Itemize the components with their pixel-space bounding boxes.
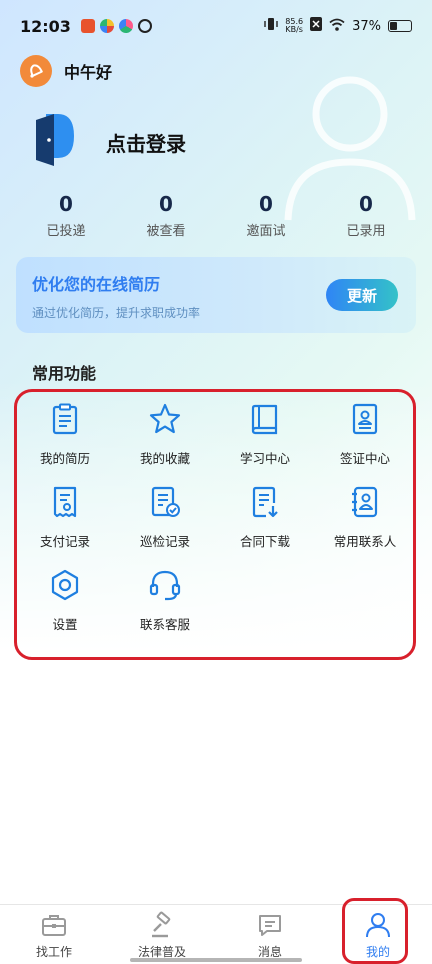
app-notification-icon <box>137 19 152 33</box>
headset-icon <box>149 570 181 601</box>
book-icon <box>251 404 278 435</box>
app-notification-icon <box>80 19 95 33</box>
wifi-icon <box>329 18 345 35</box>
home-indicator <box>130 958 302 962</box>
battery-percent: 37% <box>352 18 381 34</box>
app-notification-icon <box>99 19 114 33</box>
func-label: 巡检记录 <box>139 534 190 549</box>
app-notification-icon <box>118 19 133 33</box>
func-label: 签证中心 <box>339 451 390 466</box>
greeting-row: 中午好 <box>20 55 112 87</box>
func-inspection-records[interactable]: 巡检记录 <box>115 481 215 564</box>
login-label[interactable]: 点击登录 <box>106 128 186 157</box>
stat-label: 被查看 <box>146 224 186 239</box>
checklist-icon <box>151 486 180 517</box>
star-icon <box>149 403 181 434</box>
greeting-text: 中午好 <box>64 63 113 82</box>
vibrate-icon <box>264 17 278 35</box>
update-resume-button[interactable]: 更新 <box>326 279 398 311</box>
stat-value: 0 <box>359 192 373 216</box>
func-contract-download[interactable]: 合同下载 <box>215 481 315 564</box>
message-icon <box>259 915 281 936</box>
stat-label: 已投递 <box>46 224 86 239</box>
tab-highlight-box <box>342 898 408 964</box>
tab-find-job[interactable]: 找工作 <box>0 905 108 964</box>
tab-label: 找工作 <box>35 945 72 959</box>
func-visa-center[interactable]: 签证中心 <box>315 398 415 481</box>
functions-grid: 我的简历 我的收藏 学习中心 签证中心 支付记录 巡检记录 合同下载 常用联系人… <box>15 398 415 647</box>
stat-interview[interactable]: 0 邀面试 <box>216 192 316 239</box>
contacts-icon <box>352 486 378 518</box>
stat-viewed[interactable]: 0 被查看 <box>116 192 216 239</box>
briefcase-icon <box>42 915 66 936</box>
func-learning-center[interactable]: 学习中心 <box>215 398 315 481</box>
close-box-icon <box>310 17 323 35</box>
document-download-icon <box>252 486 278 518</box>
func-settings[interactable]: 设置 <box>15 564 115 647</box>
resume-card[interactable]: 优化您的在线简历 通过优化简历，提升求职成功率 更新 <box>16 257 416 333</box>
battery-fill <box>390 22 397 30</box>
func-frequent-contacts[interactable]: 常用联系人 <box>315 481 415 564</box>
func-label: 学习中心 <box>239 451 290 466</box>
stat-label: 已录用 <box>346 224 386 239</box>
func-label: 我的收藏 <box>139 451 190 466</box>
clipboard-icon <box>52 403 78 435</box>
stats-row: 0 已投递 0 被查看 0 邀面试 0 已录用 <box>16 192 416 239</box>
stat-value: 0 <box>159 192 173 216</box>
battery-icon <box>388 20 412 32</box>
stat-value: 0 <box>59 192 73 216</box>
bell-icon <box>20 55 52 87</box>
stat-label: 邀面试 <box>246 224 286 239</box>
status-indicators: 85.6 KB/s 37% <box>264 17 412 35</box>
func-label: 常用联系人 <box>333 534 397 549</box>
status-app-icons <box>80 19 152 33</box>
app-logo <box>34 112 76 172</box>
login-row[interactable]: 点击登录 <box>34 112 186 172</box>
func-label: 我的简历 <box>39 451 90 466</box>
settings-hexagon-icon <box>51 569 79 601</box>
status-bar: 12:03 85.6 KB/s 37% <box>0 0 432 52</box>
func-my-resume[interactable]: 我的简历 <box>15 398 115 481</box>
func-payment-records[interactable]: 支付记录 <box>15 481 115 564</box>
func-label: 支付记录 <box>39 534 90 549</box>
net-speed: 85.6 KB/s <box>285 18 303 34</box>
stat-delivered[interactable]: 0 已投递 <box>16 192 116 239</box>
func-label: 设置 <box>52 617 78 632</box>
gavel-icon <box>152 911 171 938</box>
func-my-favorites[interactable]: 我的收藏 <box>115 398 215 481</box>
tab-legal-info[interactable]: 法律普及 <box>108 905 216 964</box>
net-speed-unit: KB/s <box>285 25 303 34</box>
func-customer-service[interactable]: 联系客服 <box>115 564 215 647</box>
stat-hired[interactable]: 0 已录用 <box>316 192 416 239</box>
tab-messages[interactable]: 消息 <box>216 905 324 964</box>
section-title: 常用功能 <box>32 364 97 383</box>
status-time: 12:03 <box>20 16 71 36</box>
id-card-icon <box>352 403 378 435</box>
func-label: 合同下载 <box>239 534 290 549</box>
stat-value: 0 <box>259 192 273 216</box>
receipt-icon <box>53 486 77 518</box>
func-label: 联系客服 <box>139 617 190 632</box>
